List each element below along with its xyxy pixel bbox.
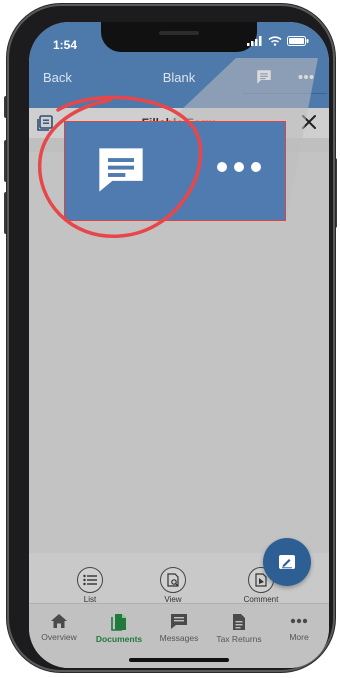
dot <box>251 162 261 172</box>
home-indicator <box>129 658 229 662</box>
phone-frame: 1:54 Back Blank List View Comment Overvi… <box>7 4 335 672</box>
stage: 1:54 Back Blank List View Comment Overvi… <box>0 0 340 678</box>
home-icon <box>51 614 67 628</box>
list-tool[interactable]: List <box>70 567 110 604</box>
zoom-callout <box>64 121 286 221</box>
tab-documents-label: Documents <box>95 634 143 644</box>
view-tool[interactable]: View <box>153 567 193 604</box>
status-time: 1:54 <box>53 38 78 52</box>
sign-icon <box>279 555 295 569</box>
zoom-comment-icon <box>99 148 143 192</box>
tab-more-label: More <box>289 632 309 642</box>
comment-icon <box>257 69 271 84</box>
list-tool-circle <box>77 567 103 593</box>
view-icon <box>167 573 179 587</box>
tab-overview[interactable]: Overview <box>29 604 89 668</box>
comment-button[interactable] <box>250 63 278 91</box>
zoom-more-button[interactable] <box>217 162 261 172</box>
tax-returns-icon <box>233 614 245 630</box>
status-icons <box>247 36 309 46</box>
header-actions <box>243 60 327 94</box>
signal-icon <box>247 36 262 46</box>
tab-tax-returns-label: Tax Returns <box>216 634 262 644</box>
more-button[interactable] <box>292 63 320 91</box>
phone-screen: 1:54 Back Blank List View Comment Overvi… <box>29 22 329 668</box>
close-button[interactable] <box>299 112 319 137</box>
documents-icon <box>111 614 126 631</box>
list-icon <box>83 574 97 586</box>
more-tab-icon <box>290 618 308 624</box>
app-header: 1:54 Back Blank <box>29 22 329 108</box>
wifi-icon <box>268 36 282 46</box>
close-icon <box>302 115 316 129</box>
messages-icon <box>171 614 187 629</box>
zoom-comment-button[interactable] <box>95 144 147 201</box>
view-tool-circle <box>160 567 186 593</box>
dot <box>217 162 227 172</box>
tab-more[interactable]: More <box>269 604 329 668</box>
tab-messages-label: Messages <box>159 633 199 643</box>
dot <box>234 162 244 172</box>
sign-fab-button[interactable] <box>263 538 311 586</box>
battery-icon <box>287 36 309 46</box>
tab-overview-label: Overview <box>41 632 77 642</box>
more-icon <box>298 74 314 79</box>
speaker <box>159 31 199 35</box>
notch <box>101 22 257 52</box>
